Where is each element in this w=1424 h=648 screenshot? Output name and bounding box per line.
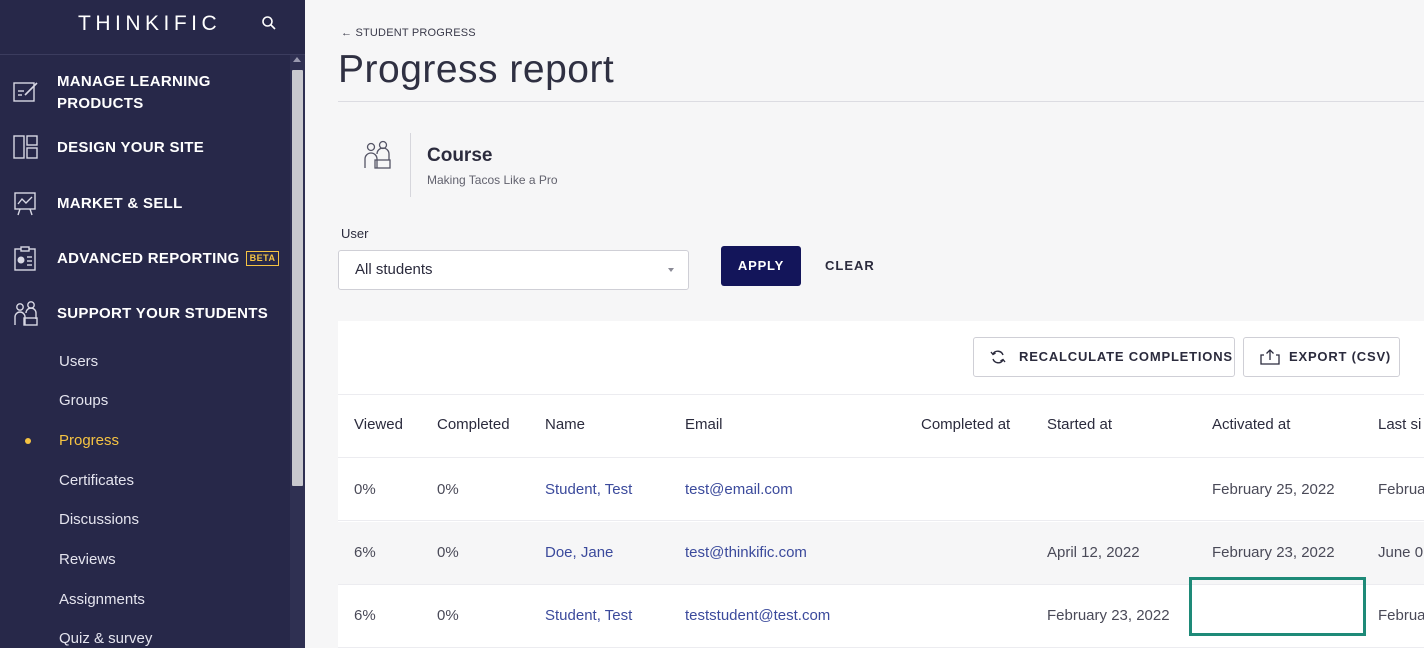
thinkific-logo[interactable]: THINKIFIC [78,12,221,36]
recalculate-label: RECALCULATE COMPLETIONS [1019,349,1233,364]
user-select-value: All students [355,261,433,278]
cell-activated-at: February 25, 2022 [1212,481,1335,498]
students-icon [14,301,38,326]
highlight-annotation-box [1189,577,1366,636]
user-select[interactable]: All students [338,250,689,290]
cell-email-link[interactable]: test@thinkific.com [685,544,807,561]
breadcrumb-back-link[interactable]: ← STUDENT PROGRESS [341,27,476,39]
cell-last-signed-in: Februa [1378,481,1424,498]
edit-icon [13,82,38,102]
cell-viewed: 6% [354,544,376,561]
sidebar-item-discussions[interactable]: Discussions [59,510,139,530]
column-header-name[interactable]: Name [545,416,585,433]
cell-name-link[interactable]: Doe, Jane [545,544,613,561]
sidebar-item-reviews[interactable]: Reviews [59,550,116,570]
nav-label: ADVANCED REPORTING BETA [57,248,280,269]
nav-label: DESIGN YOUR SITE [57,139,205,156]
sidebar-item-progress[interactable]: Progress [59,431,119,451]
nav-label: MANAGE LEARNING [57,73,211,90]
sidebar-header: THINKIFIC [0,0,305,55]
nav-label: PRODUCTS [57,95,144,112]
sidebar-scrollbar-thumb[interactable] [292,70,303,486]
active-indicator-dot [25,438,31,444]
title-divider [338,101,1424,102]
cell-last-signed-in: June 0. [1378,544,1424,561]
cell-name-link[interactable]: Student, Test [545,607,632,624]
nav-label: MARKET & SELL [57,195,183,212]
cell-completed: 0% [437,607,459,624]
page-title: Progress report [338,48,615,91]
nav-support-your-students[interactable]: SUPPORT YOUR STUDENTS [0,300,290,328]
cell-email-link[interactable]: test@email.com [685,481,793,498]
sidebar-item-users[interactable]: Users [59,352,98,372]
column-header-activated-at[interactable]: Activated at [1212,416,1290,433]
nav-label: SUPPORT YOUR STUDENTS [57,305,269,322]
column-header-completed[interactable]: Completed [437,416,510,433]
sidebar-item-groups[interactable]: Groups [59,391,108,411]
user-filter-label: User [341,226,369,241]
sidebar-item-certificates[interactable]: Certificates [59,471,134,491]
cell-viewed: 0% [354,481,376,498]
search-icon[interactable] [261,15,277,31]
column-header-started-at[interactable]: Started at [1047,416,1112,433]
nav-market-sell[interactable]: MARKET & SELL [0,190,290,218]
beta-badge: BETA [245,251,280,266]
nav-advanced-reporting[interactable]: ADVANCED REPORTING BETA [0,245,290,273]
column-header-completed-at[interactable]: Completed at [921,416,1010,433]
clear-button[interactable]: CLEAR [825,246,875,286]
course-students-icon [364,140,391,169]
cell-completed: 0% [437,544,459,561]
apply-button[interactable]: APPLY [721,246,801,286]
course-divider [410,133,411,197]
cell-started-at: April 12, 2022 [1047,544,1140,561]
cell-viewed: 6% [354,607,376,624]
export-icon [1260,349,1280,365]
course-type: Course [427,145,493,166]
sidebar-item-assignments[interactable]: Assignments [59,590,145,610]
layout-icon [13,135,38,159]
nav-manage-learning-products[interactable]: MANAGE LEARNING PRODUCTS [0,70,290,118]
sidebar: THINKIFIC MANAGE LEARNING PRODUCTS DESIG… [0,0,305,648]
course-name: Making Tacos Like a Pro [427,173,558,187]
scroll-up-arrow-icon[interactable] [293,57,301,62]
caret-down-icon [668,268,674,272]
chart-icon [14,192,36,216]
cell-name-link[interactable]: Student, Test [545,481,632,498]
recalculate-completions-button[interactable]: RECALCULATE COMPLETIONS [973,337,1235,377]
export-label: EXPORT (CSV) [1289,349,1392,364]
column-header-email[interactable]: Email [685,416,723,433]
nav-design-your-site[interactable]: DESIGN YOUR SITE [0,134,290,162]
cell-activated-at: February 23, 2022 [1212,544,1335,561]
refresh-icon [990,350,1006,364]
report-icon [14,246,36,271]
cell-last-signed-in: Februa [1378,607,1424,624]
cell-completed: 0% [437,481,459,498]
column-header-last-signed-in[interactable]: Last si [1378,416,1421,433]
export-csv-button[interactable]: EXPORT (CSV) [1243,337,1400,377]
cell-email-link[interactable]: teststudent@test.com [685,607,830,624]
cell-started-at: February 23, 2022 [1047,607,1170,624]
column-header-viewed[interactable]: Viewed [354,416,403,433]
nav-label-text: ADVANCED REPORTING [57,250,240,267]
sidebar-item-quiz-survey[interactable]: Quiz & survey [59,629,152,648]
